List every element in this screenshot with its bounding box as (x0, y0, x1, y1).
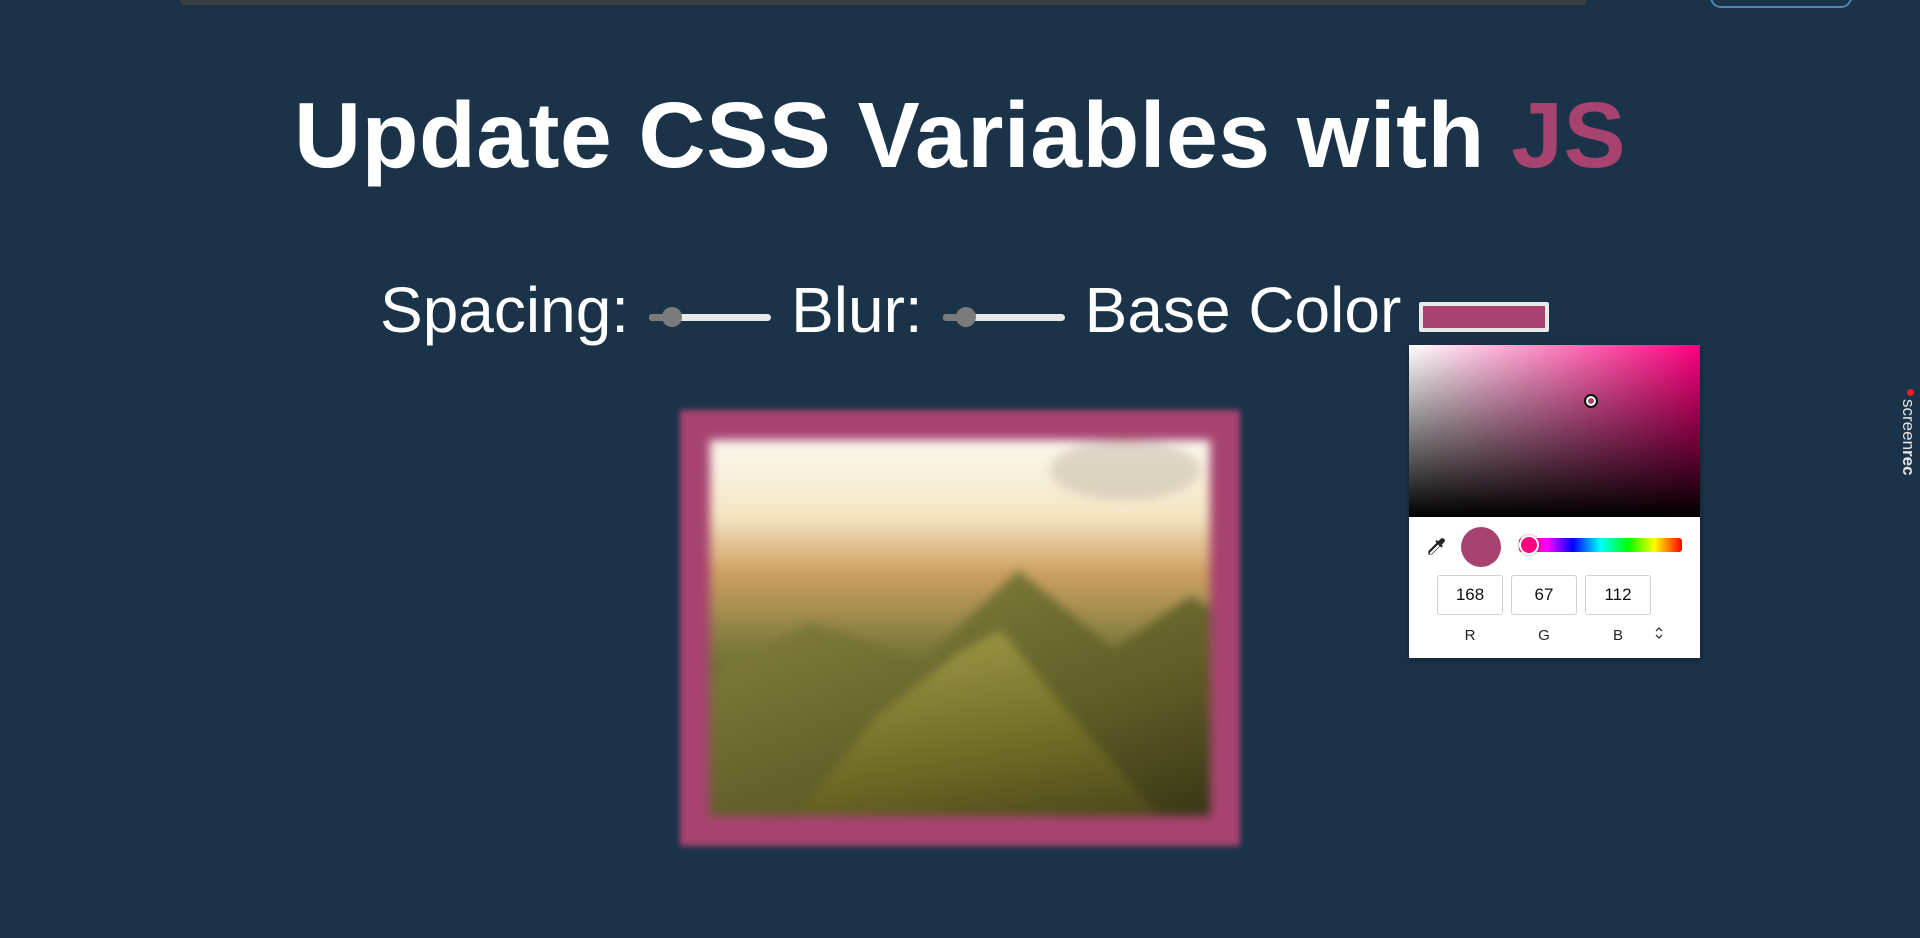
color-picker-popup: 168 R 67 G 112 B (1409, 345, 1700, 658)
eyedropper-icon[interactable] (1423, 535, 1449, 561)
spacing-slider-thumb[interactable] (662, 306, 683, 327)
hue-slider-thumb[interactable] (1519, 535, 1539, 555)
photo-cloud (1050, 440, 1200, 500)
blue-input[interactable]: 112 (1585, 575, 1651, 615)
blue-field-group: 112 B (1585, 575, 1651, 644)
red-label: R (1464, 627, 1476, 644)
red-input[interactable]: 168 (1437, 575, 1503, 615)
saturation-value-area[interactable] (1409, 345, 1700, 517)
rgb-fields: 168 R 67 G 112 B (1437, 575, 1659, 644)
format-toggle-icon[interactable] (1655, 627, 1663, 639)
spacing-label: Spacing: (380, 274, 630, 346)
image-frame (680, 410, 1240, 846)
base-color-input[interactable] (1419, 302, 1550, 332)
page-title-accent: JS (1511, 83, 1626, 187)
screenrec-watermark: screenrec (1899, 385, 1918, 495)
page-title-main: Update CSS Variables with (294, 83, 1485, 187)
mountain-photo (710, 440, 1210, 816)
controls-bar: Spacing: Blur: Base Color (380, 270, 1550, 350)
screenrec-text: screen (1899, 399, 1918, 451)
browser-top-bar (180, 0, 1586, 5)
page-title: Update CSS Variables with JS (0, 82, 1920, 189)
recording-dot-icon (1907, 389, 1914, 396)
base-color-swatch (1423, 306, 1546, 328)
hue-slider[interactable] (1519, 538, 1682, 552)
color-preview (1461, 527, 1501, 567)
screenrec-text-bold: rec (1899, 450, 1918, 476)
saturation-value-cursor[interactable] (1584, 394, 1598, 408)
blur-label: Blur: (791, 274, 923, 346)
spacing-slider[interactable] (649, 306, 772, 327)
blue-label: B (1612, 627, 1623, 644)
green-field-group: 67 G (1511, 575, 1577, 644)
base-color-label: Base Color (1084, 274, 1402, 346)
blur-slider[interactable] (942, 306, 1065, 327)
red-field-group: 168 R (1437, 575, 1503, 644)
browser-top-pill-button[interactable] (1710, 0, 1852, 8)
green-input[interactable]: 67 (1511, 575, 1577, 615)
blur-slider-thumb[interactable] (955, 306, 976, 327)
green-label: G (1538, 627, 1550, 644)
